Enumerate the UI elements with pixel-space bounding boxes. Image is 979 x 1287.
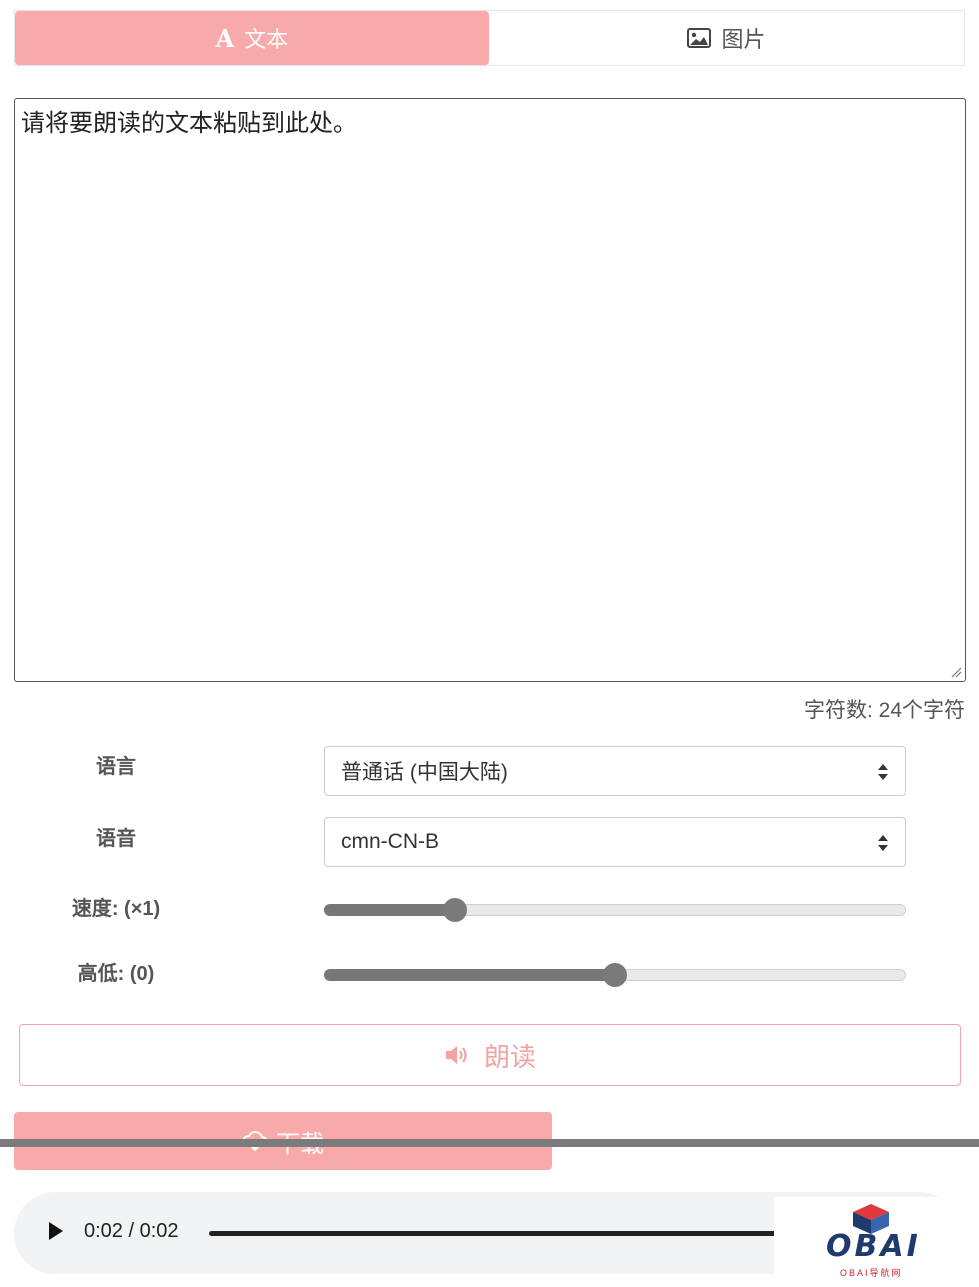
audio-progress-bar[interactable] [209,1231,789,1236]
divider [0,1139,979,1147]
slider-thumb[interactable] [442,898,467,922]
pitch-label: 高低: (0) [77,963,155,985]
select-caret-icon [878,835,888,851]
logo-text: OBAI [826,1229,921,1264]
language-label: 语言 [96,756,136,778]
slider-thumb[interactable] [603,963,627,987]
speed-slider[interactable] [324,898,906,922]
font-a-icon: A [215,23,235,53]
select-caret-icon [878,764,888,780]
mode-tabs: A 文本 图片 [14,10,965,66]
read-aloud-button[interactable]: 朗读 [19,1024,961,1086]
text-input[interactable]: 请将要朗读的文本粘贴到此处。 [14,98,966,682]
tab-text-label: 文本 [244,27,289,52]
language-select[interactable]: 普通话 (中国大陆) [324,746,906,796]
char-count: 字符数: 24个字符 [803,699,965,722]
slider-fill [324,969,615,981]
pitch-slider[interactable] [324,963,906,987]
voice-label: 语音 [96,828,136,850]
tab-text[interactable]: A 文本 [15,11,489,65]
audio-time: 0:02 / 0:02 [84,1220,179,1242]
image-icon [687,28,712,48]
logo-subtitle: OBAI导航网 [840,1268,903,1278]
play-icon[interactable] [48,1221,64,1241]
tab-image[interactable]: 图片 [489,11,964,65]
speaker-icon [445,1046,467,1064]
tab-image-label: 图片 [721,27,766,52]
speed-label: 速度: (×1) [71,898,161,920]
resize-handle-icon[interactable] [950,666,962,678]
slider-fill [324,904,455,916]
voice-select[interactable]: cmn-CN-B [324,817,906,867]
voice-select-value: cmn-CN-B [341,830,439,853]
logo: OBAI OBAI导航网 [774,1197,974,1287]
language-select-value: 普通话 (中国大陆) [341,761,508,784]
read-aloud-label: 朗读 [483,1041,536,1072]
text-input-value: 请将要朗读的文本粘贴到此处。 [21,110,357,137]
